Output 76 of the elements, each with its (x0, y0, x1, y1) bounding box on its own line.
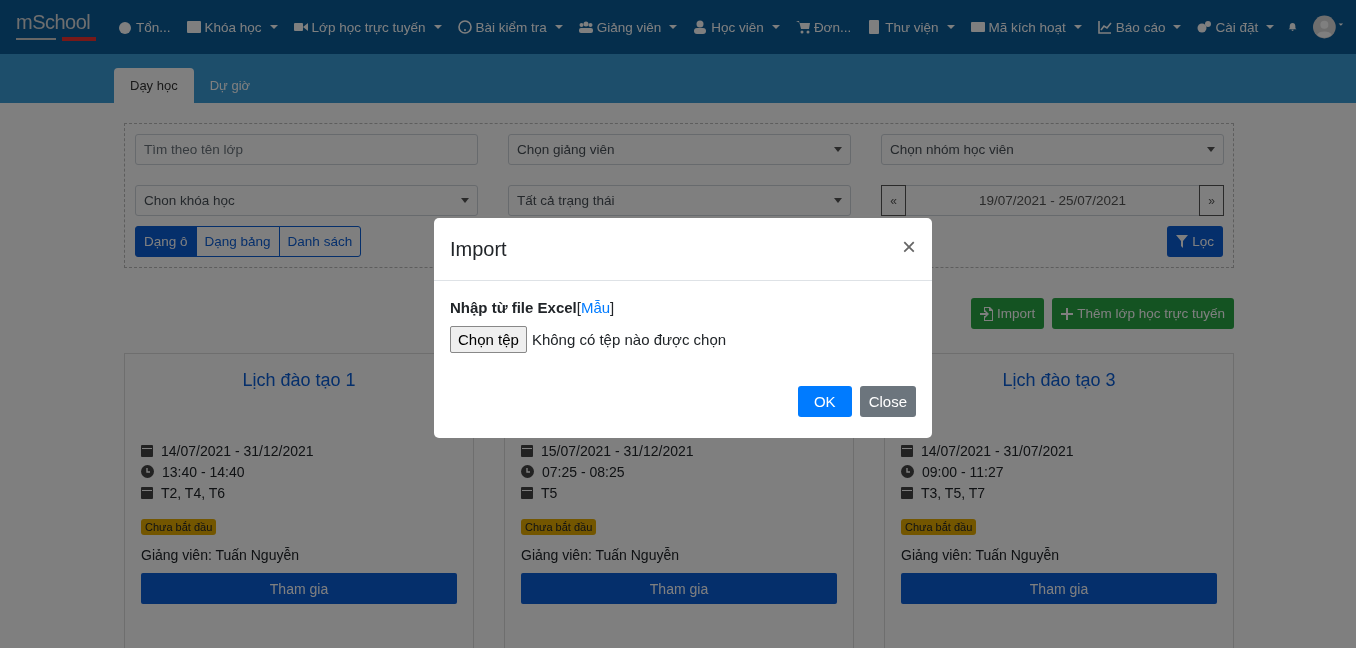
plus-icon (1061, 307, 1074, 320)
weekdays-text: T2, T4, T6 (161, 484, 226, 501)
bracket-text: ] (610, 299, 615, 316)
weekdays-text: T5 (541, 484, 558, 501)
logo[interactable]: mSchool (16, 12, 96, 42)
time-text: 13:40 - 14:40 (162, 463, 245, 480)
dialog-title: Import (450, 237, 507, 261)
clock-icon (521, 465, 534, 478)
time-text: 09:00 - 11:27 (922, 463, 1004, 480)
status-badge: Chưa bắt đầu (521, 519, 597, 535)
calendar-icon (901, 444, 913, 457)
line-chart-icon (1097, 20, 1112, 34)
nav-menu-item[interactable]: Lớp học trực tuyến (285, 19, 450, 35)
tab[interactable]: Dự giờ (193, 68, 267, 103)
time-text: 07:25 - 08:25 (542, 463, 625, 480)
nav-menu-item[interactable]: Mã kích hoạt (962, 19, 1090, 35)
search-field[interactable]: Tìm theo tên lớp (135, 134, 478, 165)
join-button[interactable]: Tham gia (901, 573, 1217, 604)
nav-menu-item[interactable]: Học viên (685, 19, 788, 35)
nav-menu-item[interactable]: Tổn... (110, 19, 179, 35)
date-range-text: 14/07/2021 - 31/12/2021 (161, 442, 314, 459)
user-icon (693, 20, 708, 34)
date-range-text: 15/07/2021 - 31/12/2021 (541, 442, 694, 459)
users-icon (578, 20, 593, 34)
teacher-text: Giảng viên: Tuấn Nguyễn (901, 547, 1060, 563)
nav-menu-item[interactable]: Cài đặt (1189, 19, 1283, 35)
view-toggle-button[interactable]: Dạng bảng (195, 226, 280, 257)
nav-menu-item[interactable]: Giảng viên (570, 19, 686, 35)
clock-icon (141, 465, 154, 478)
nav-menu-item[interactable]: Khóa học (178, 19, 286, 35)
clock-icon (901, 465, 914, 478)
next-week-button[interactable]: » (1199, 185, 1224, 216)
weekdays-text: T3, T5, T7 (921, 484, 986, 501)
teacher-text: Giảng viên: Tuấn Nguyễn (141, 547, 300, 563)
bracket-text: [ (576, 299, 581, 316)
field-label: Nhập từ file Excel (450, 299, 577, 316)
previous-week-button[interactable]: « (881, 185, 906, 216)
close-button[interactable]: × (902, 233, 916, 265)
file-status-text: Không có tệp nào được chọn (531, 331, 727, 348)
filter-button[interactable]: Lọc (1167, 226, 1223, 257)
teacher-text: Giảng viên: Tuấn Nguyễn (521, 547, 680, 563)
import-button[interactable]: Import (971, 298, 1045, 329)
nav-menu-item[interactable]: Thư viện (859, 19, 963, 35)
calendar-icon (901, 486, 913, 499)
join-button[interactable]: Tham gia (141, 573, 457, 604)
date-range-text: 14/07/2021 - 31/07/2021 (921, 442, 1074, 459)
card-title[interactable]: Lịch đào tạo 1 (242, 370, 356, 390)
status-badge: Chưa bắt đầu (141, 519, 217, 535)
close-dialog-button[interactable]: Close (859, 386, 916, 417)
nav-menu-item[interactable]: Bài kiểm tra (449, 19, 571, 35)
date-range-field[interactable]: 19/07/2021 - 25/07/2021 (906, 185, 1199, 216)
file-import-icon (980, 306, 994, 321)
calendar-icon (141, 444, 153, 457)
template-link[interactable]: Mẫu (580, 299, 611, 316)
calendar-icon (141, 486, 153, 499)
calendar-icon (521, 444, 533, 457)
calendar-icon (521, 486, 533, 499)
card-title[interactable]: Lịch đào tạo 3 (1002, 370, 1116, 390)
join-button[interactable]: Tham gia (521, 573, 837, 604)
question-circle-icon (457, 20, 472, 34)
tab[interactable]: Dạy học (114, 68, 194, 103)
nav-menu-item[interactable]: Báo cáo (1089, 19, 1190, 35)
dropdown-select[interactable]: Tất cả trạng thái (508, 185, 851, 216)
dropdown-select[interactable]: Chọn nhóm học viên (881, 134, 1224, 165)
status-badge: Chưa bắt đầu (901, 519, 977, 535)
dropdown-select[interactable]: Chọn giảng viên (508, 134, 851, 165)
view-toggle-button[interactable]: Danh sách (278, 226, 362, 257)
cart-icon (795, 20, 810, 34)
video-camera-icon (293, 20, 308, 34)
choose-file-button[interactable]: Chọn tệp (450, 326, 527, 353)
ok-button[interactable]: OK (797, 386, 852, 417)
dropdown-select[interactable]: Chon khóa học (135, 185, 478, 216)
view-toggle-button[interactable]: Dạng ô (135, 226, 197, 257)
nav-menu-item[interactable]: Đơn... (787, 19, 860, 35)
funnel-icon (1176, 235, 1189, 248)
add-class-button[interactable]: Thêm lớp học trực tuyến (1052, 298, 1234, 329)
